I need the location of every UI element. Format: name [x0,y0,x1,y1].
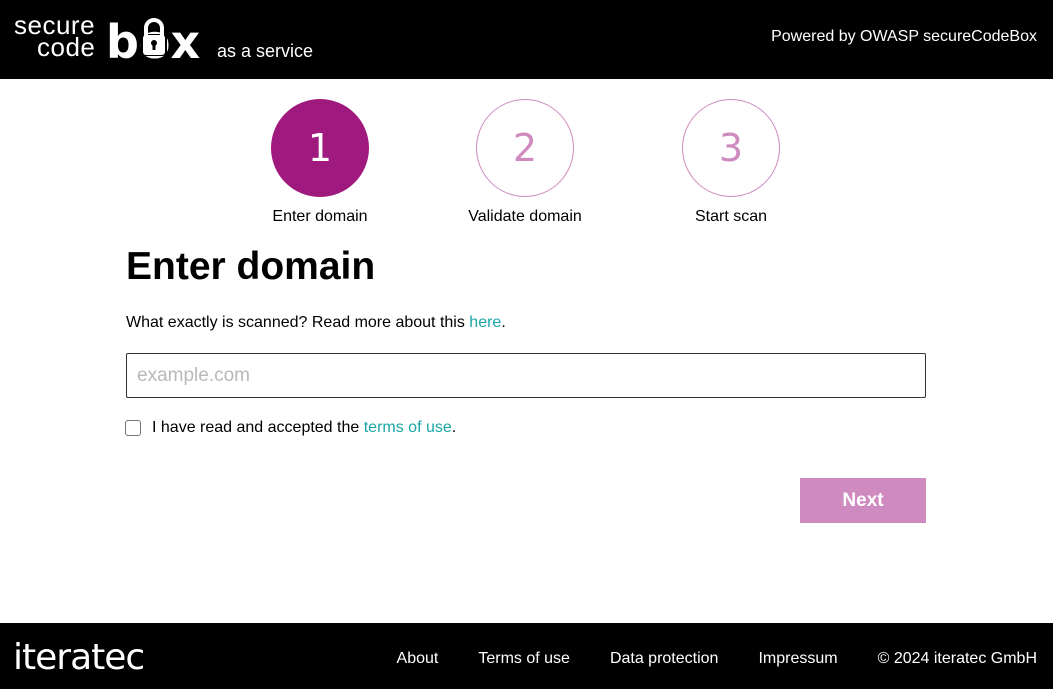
read-more-link[interactable]: here [469,314,501,331]
terms-text-end: . [451,419,457,436]
terms-of-use-link[interactable]: terms of use [364,418,452,438]
footer-link-data-protection[interactable]: Data protection [610,649,719,669]
step-start-scan: 3 Start scan [651,99,811,229]
step-enter-domain: 1 Enter domain [240,99,400,229]
logo-tagline: as a service [217,41,314,61]
iteratec-logo[interactable]: iteratec [13,639,179,673]
scan-info-text: What exactly is scanned? Read more about… [126,313,506,333]
terms-acceptance-row: I have read and accepted the terms of us… [125,418,456,438]
top-header: secure code box as a service Powered by … [0,0,1053,79]
page-footer: iteratec About Terms of use Data protect… [0,623,1053,689]
step-label: Validate domain [468,208,582,225]
next-button[interactable]: Next [800,478,926,523]
iteratec-logo-text: iteratec [13,639,144,673]
step-number-circle: 3 [682,99,780,197]
domain-input[interactable] [126,353,926,398]
logo-box-lock-icon: box [106,15,200,60]
page-title: Enter domain [126,245,376,288]
footer-link-terms-of-use[interactable]: Terms of use [478,649,570,669]
terms-checkbox[interactable] [125,420,141,436]
logo-word-code: code [37,32,96,62]
step-validate-domain: 2 Validate domain [445,99,605,229]
securecodebox-logo[interactable]: secure code box as a service [14,12,324,64]
footer-links: About Terms of use Data protection Impre… [357,649,1037,669]
step-number-circle: 2 [476,99,574,197]
terms-text: I have read and accepted the [152,419,360,436]
step-label: Start scan [694,208,768,225]
step-label: Enter domain [272,208,368,225]
copyright-text: © 2024 iteratec GmbH [877,650,1037,667]
step-number-circle: 1 [271,99,369,197]
scan-info-prefix: What exactly is scanned? Read more about… [126,314,470,331]
footer-link-impressum[interactable]: Impressum [758,649,837,669]
scan-info-suffix: . [501,314,506,331]
powered-by-text: Powered by OWASP secureCodeBox [771,28,1037,45]
footer-link-about[interactable]: About [397,649,439,669]
